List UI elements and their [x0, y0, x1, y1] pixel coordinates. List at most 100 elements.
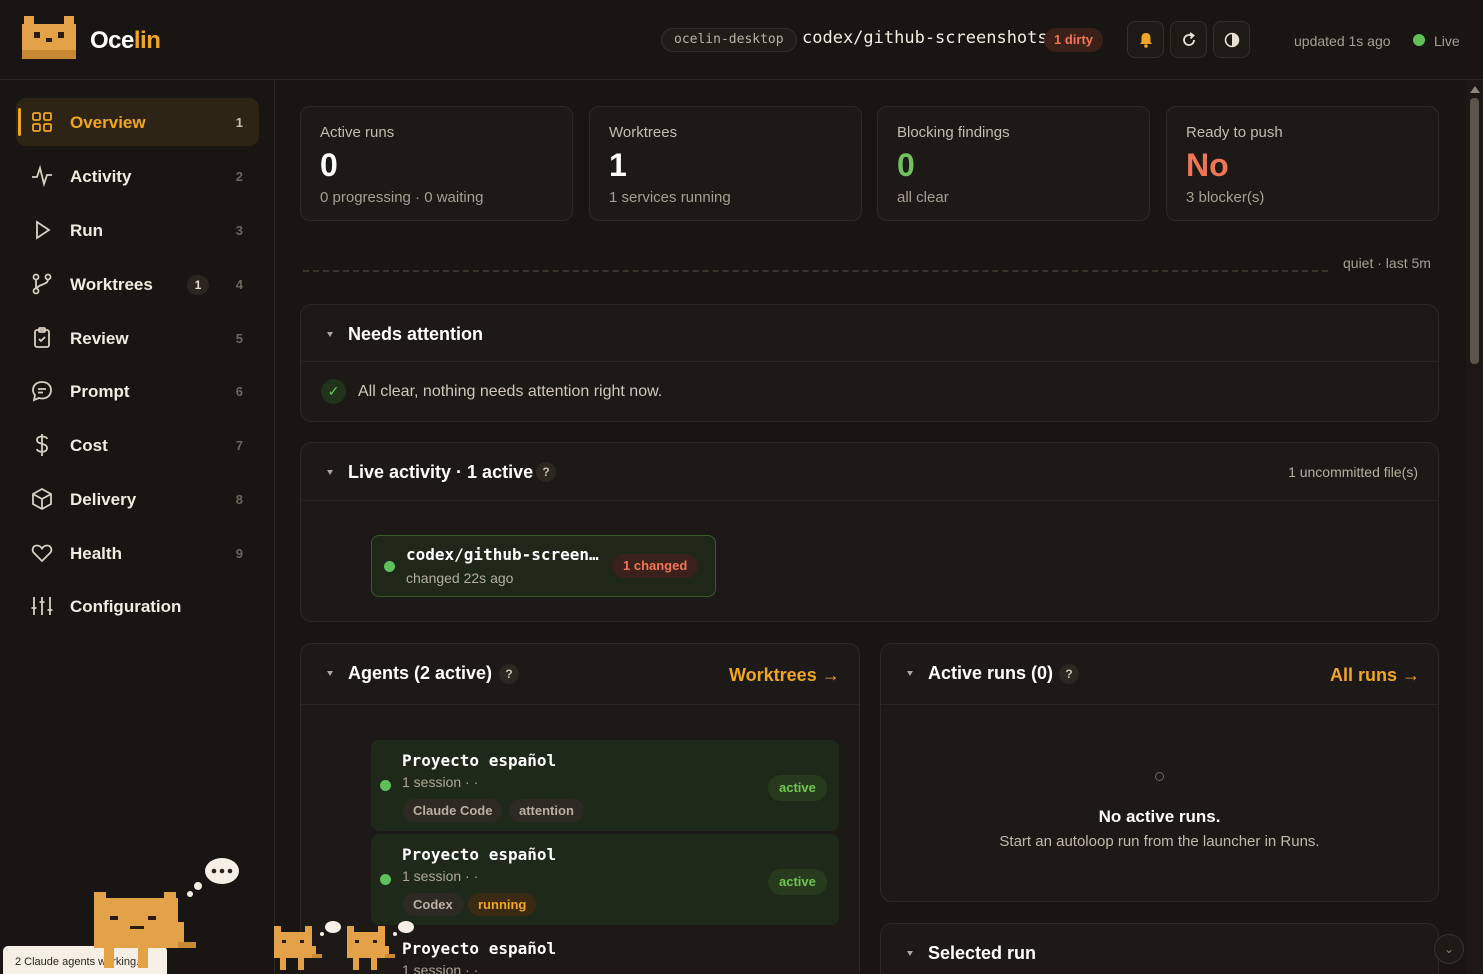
stat-value: No — [1186, 147, 1229, 183]
empty-state-icon — [1155, 772, 1164, 781]
cat-mascot-small-icon — [274, 921, 341, 970]
help-icon[interactable]: ? — [1059, 664, 1079, 684]
shortcut-number: 3 — [235, 223, 243, 238]
refresh-icon — [1182, 31, 1195, 46]
empty-state-message: Start an autoloop run from the launcher … — [999, 833, 1320, 850]
agent-name: Proyecto español — [402, 845, 557, 864]
app-header: Ocelin ocelin-desktop codex/github-scree… — [0, 0, 1483, 80]
agent-card[interactable]: Proyecto español 1 session · · — [371, 928, 839, 974]
collapse-caret-icon[interactable] — [327, 470, 333, 475]
status-dot — [380, 874, 391, 885]
notifications-button[interactable] — [1127, 21, 1164, 58]
shortcut-number: 2 — [235, 169, 243, 184]
panel-title[interactable]: Selected run — [928, 943, 1036, 964]
needs-attention-panel: Needs attention ✓ All clear, nothing nee… — [300, 304, 1439, 422]
agent-state-chip: attention — [509, 799, 584, 822]
host-pill[interactable]: ocelin-desktop — [661, 28, 797, 52]
cat-mascot-small-icon — [347, 921, 414, 970]
help-icon[interactable]: ? — [499, 664, 519, 684]
live-label: Live — [1434, 33, 1460, 49]
worktree-name: codex/github-screen… — [406, 545, 599, 564]
sidebar-item-activity[interactable]: Activity 2 — [16, 152, 259, 200]
sidebar-item-label: Configuration — [70, 597, 182, 616]
sidebar-item-delivery[interactable]: Delivery 8 — [16, 475, 259, 523]
sidebar-item-cost[interactable]: Cost 7 — [16, 421, 259, 469]
sliders-icon — [31, 597, 53, 615]
sidebar-item-label: Health — [70, 544, 122, 563]
pulse-icon — [32, 164, 52, 188]
live-status-dot — [1413, 34, 1425, 46]
sidebar-item-prompt[interactable]: Prompt 6 — [16, 367, 259, 415]
theme-icon — [1224, 32, 1239, 47]
stat-sub: 1 services running — [609, 189, 731, 206]
sidebar-item-review[interactable]: Review 5 — [16, 314, 259, 362]
stat-worktrees[interactable]: Worktrees 1 1 services running — [589, 106, 862, 221]
dollar-icon — [36, 434, 48, 456]
branch-icon — [32, 273, 52, 295]
sidebar-item-health[interactable]: Health 9 — [16, 529, 259, 577]
stat-value: 0 — [897, 147, 915, 183]
theme-toggle-button[interactable] — [1213, 21, 1250, 58]
agent-card[interactable]: Proyecto español 1 session · · Claude Co… — [371, 740, 839, 831]
shortcut-number: 6 — [235, 384, 243, 399]
panel-title[interactable]: Active runs (0) — [928, 663, 1053, 684]
agent-session: 1 session · · — [402, 774, 479, 790]
dirty-badge[interactable]: 1 dirty — [1044, 28, 1104, 52]
agent-card[interactable]: Proyecto español 1 session · · Codex run… — [371, 834, 839, 925]
collapse-caret-icon[interactable] — [907, 671, 913, 676]
sidebar-item-run[interactable]: Run 3 — [16, 206, 259, 254]
status-dot — [380, 780, 391, 791]
sidebar-item-overview[interactable]: Overview 1 — [16, 98, 259, 146]
activity-window-label: quiet · last 5m — [1343, 255, 1431, 271]
stat-ready-to-push[interactable]: Ready to push No 3 blocker(s) — [1166, 106, 1439, 221]
collapse-caret-icon[interactable] — [327, 332, 333, 337]
shortcut-number: 4 — [235, 277, 243, 292]
agent-name: Proyecto español — [402, 939, 557, 958]
worktrees-link[interactable]: Worktrees → — [729, 665, 840, 686]
collapse-caret-icon[interactable] — [907, 951, 913, 956]
empty-state-title: No active runs. — [1098, 807, 1221, 826]
sidebar-item-configuration[interactable]: Configuration — [16, 582, 259, 630]
sidebar-item-label: Review — [70, 329, 129, 348]
divider — [881, 704, 1438, 705]
divider — [301, 500, 1438, 501]
chat-icon — [32, 381, 52, 402]
divider — [301, 704, 859, 705]
sidebar-item-worktrees[interactable]: Worktrees 1 4 — [16, 260, 259, 308]
cat-mascot-icon — [94, 892, 196, 968]
collapse-caret-icon[interactable] — [327, 671, 333, 676]
worktree-activity-card[interactable]: codex/github-screen… changed 22s ago 1 c… — [371, 535, 716, 597]
uncommitted-files: 1 uncommitted file(s) — [1288, 464, 1418, 480]
sidebar-item-label: Worktrees — [70, 275, 153, 294]
stat-sub: 0 progressing · 0 waiting — [320, 189, 484, 206]
stat-value: 0 — [320, 147, 338, 183]
shortcut-number: 9 — [235, 546, 243, 561]
refresh-button[interactable] — [1170, 21, 1207, 58]
main-scrollbar[interactable] — [1466, 80, 1483, 974]
all-runs-link[interactable]: All runs → — [1330, 665, 1420, 686]
agent-session: 1 session · · — [402, 868, 479, 884]
branch-name: codex/github-screenshots — [802, 28, 1048, 48]
help-icon[interactable]: ? — [536, 462, 556, 482]
updated-timestamp: updated 1s ago — [1294, 33, 1391, 49]
brand-name[interactable]: Ocelin — [90, 27, 161, 55]
heart-icon — [31, 544, 53, 563]
sidebar-item-label: Prompt — [70, 382, 130, 401]
stat-blocking-findings[interactable]: Blocking findings 0 all clear — [877, 106, 1150, 221]
panel-title[interactable]: Agents (2 active) — [348, 663, 492, 684]
shortcut-number: 5 — [235, 331, 243, 346]
scrollbar-thumb[interactable] — [1470, 98, 1479, 364]
agent-name: Proyecto español — [402, 751, 557, 770]
divider — [301, 361, 1438, 362]
shortcut-number: 1 — [235, 115, 243, 130]
bell-icon — [1139, 32, 1152, 48]
agent-state-chip: running — [468, 893, 537, 916]
status-badge: active — [768, 775, 827, 801]
scroll-down-button[interactable]: ⌄ — [1434, 934, 1464, 964]
panel-title[interactable]: Needs attention — [348, 324, 483, 345]
stat-active-runs[interactable]: Active runs 0 0 progressing · 0 waiting — [300, 106, 573, 221]
scroll-up-arrow-icon[interactable] — [1470, 86, 1480, 93]
sidebar-item-label: Overview — [70, 113, 146, 132]
check-icon: ✓ — [321, 379, 346, 404]
panel-title[interactable]: Live activity · 1 active — [348, 462, 533, 483]
